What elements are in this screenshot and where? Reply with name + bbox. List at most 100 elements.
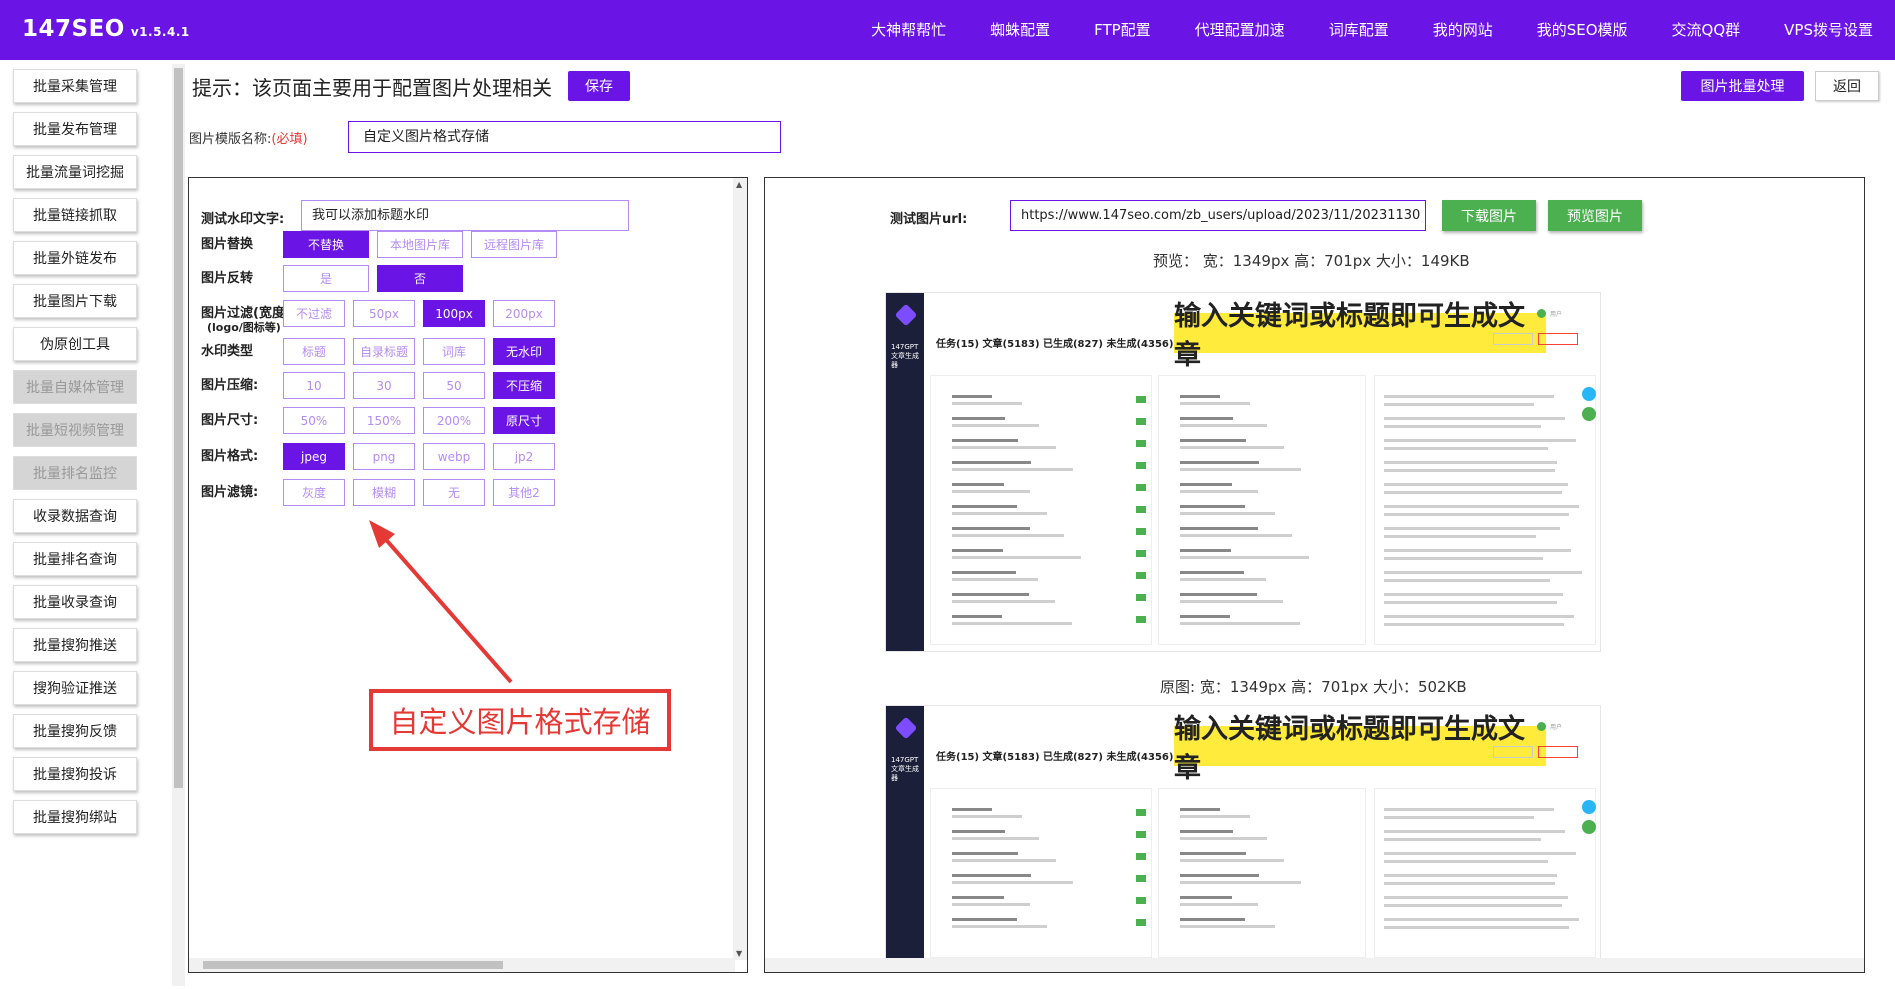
sidebar-item-11[interactable]: 批量排名查询 <box>13 542 137 576</box>
shot-text-1-0-4 <box>952 483 1004 486</box>
shot-text-2-0-1 <box>952 830 1005 833</box>
original-image: 147GPT文章生成器 任务(15) 文章(5183) 已生成(827) 未生成(… <box>885 705 1601 965</box>
sidebar-item-12[interactable]: 批量收录查询 <box>13 585 137 619</box>
sidebar-item-9[interactable]: 批量排名监控 <box>13 456 137 490</box>
nav-item-6[interactable]: 我的SEO模版 <box>1515 0 1650 60</box>
shot-col-1-1 <box>1158 375 1366 645</box>
shot-user-1: 用户 <box>1550 311 1563 318</box>
shot-tag-2-2 <box>1136 853 1146 860</box>
shot-text-1-1-0 <box>1180 395 1220 398</box>
shot-col-2-2 <box>1374 788 1596 958</box>
shot-text2-1-1-6 <box>1180 534 1292 537</box>
nav-item-0[interactable]: 大神帮帮忙 <box>849 0 968 60</box>
sidebar-scroll-thumb[interactable] <box>174 68 183 788</box>
shot-text2-1-0-4 <box>952 490 1030 493</box>
shot-para-2-4 <box>1384 896 1568 899</box>
original-size-info: 原图: 宽：1349px 高：701px 大小：502KB <box>1160 678 1467 696</box>
sidebar-item-17[interactable]: 批量搜狗绑站 <box>13 800 137 834</box>
shot-btn-b-1 <box>1538 333 1578 345</box>
shot-para-1-10 <box>1384 615 1574 618</box>
sidebar-item-6[interactable]: 伪原创工具 <box>13 327 137 361</box>
shot-text-1-1-4 <box>1180 483 1232 486</box>
sidebar-item-15[interactable]: 批量搜狗反馈 <box>13 714 137 748</box>
test-url-input[interactable]: https://www.147seo.com/zb_users/upload/2… <box>1010 200 1426 231</box>
template-name-input[interactable]: 自定义图片格式存储 <box>348 121 781 153</box>
shot-para2-2-4 <box>1384 904 1562 907</box>
sidebar-item-7[interactable]: 批量自媒体管理 <box>13 370 137 404</box>
shot-text2-2-0-1 <box>952 837 1039 840</box>
shot-text-1-1-3 <box>1180 461 1259 464</box>
sidebar-item-1[interactable]: 批量发布管理 <box>13 112 137 146</box>
sidebar-item-10[interactable]: 收录数据查询 <box>13 499 137 533</box>
preview-size-info: 预览： 宽：1349px 高：701px 大小：149KB <box>1153 252 1470 270</box>
shot-col-1-0 <box>930 375 1152 645</box>
batch-process-button[interactable]: 图片批量处理 <box>1681 71 1804 101</box>
nav-item-7[interactable]: 交流QQ群 <box>1650 0 1763 60</box>
annotation-arrow <box>369 520 513 684</box>
sidebar-item-4[interactable]: 批量外链发布 <box>13 241 137 275</box>
brand-logo: 147SEO v1.5.4.1 <box>22 16 190 42</box>
template-name-label: 图片模版名称:(必填) <box>189 128 308 147</box>
shot-tag-1-3 <box>1136 462 1146 469</box>
shot-sidebar-2 <box>886 706 924 964</box>
shot-para-1-9 <box>1384 593 1563 596</box>
preview-image-button[interactable]: 预览图片 <box>1548 200 1642 231</box>
shot-text2-1-0-2 <box>952 446 1056 449</box>
shot-para2-1-4 <box>1384 491 1562 494</box>
shot-tag-1-7 <box>1136 550 1146 557</box>
shot-text2-2-0-4 <box>952 903 1030 906</box>
shot-para2-2-0 <box>1384 816 1534 819</box>
scroll-up-icon[interactable]: ▲ <box>736 180 742 189</box>
shot-text-1-1-7 <box>1180 549 1231 552</box>
shot-text-2-0-3 <box>952 874 1031 877</box>
nav-item-2[interactable]: FTP配置 <box>1072 0 1173 60</box>
shot-tag-2-0 <box>1136 809 1146 816</box>
shot-text2-2-1-1 <box>1180 837 1267 840</box>
save-button[interactable]: 保存 <box>568 71 630 101</box>
sidebar-item-8[interactable]: 批量短视频管理 <box>13 413 137 447</box>
sidebar-item-16[interactable]: 批量搜狗投诉 <box>13 757 137 791</box>
shot-text-1-0-3 <box>952 461 1031 464</box>
shot-tag-1-5 <box>1136 506 1146 513</box>
settings-hscroll[interactable] <box>189 958 735 972</box>
sidebar-item-13[interactable]: 批量搜狗推送 <box>13 628 137 662</box>
sidebar-item-3[interactable]: 批量链接抓取 <box>13 198 137 232</box>
shot-text2-1-0-7 <box>952 556 1081 559</box>
sidebar-item-14[interactable]: 搜狗验证推送 <box>13 671 137 705</box>
nav-item-4[interactable]: 词库配置 <box>1307 0 1411 60</box>
annotation-callout: 自定义图片格式存储 <box>369 689 671 751</box>
shot-tag-1-2 <box>1136 440 1146 447</box>
nav-item-1[interactable]: 蜘蛛配置 <box>968 0 1072 60</box>
sidebar-item-0[interactable]: 批量采集管理 <box>13 69 137 103</box>
scroll-down-icon[interactable]: ▼ <box>736 949 742 958</box>
download-image-button[interactable]: 下载图片 <box>1442 200 1536 231</box>
shot-text-1-1-2 <box>1180 439 1246 442</box>
shot-fab-a-2 <box>1582 800 1596 814</box>
shot-col-2-1 <box>1158 788 1366 958</box>
back-button[interactable]: 返回 <box>1815 71 1879 101</box>
nav-item-5[interactable]: 我的网站 <box>1411 0 1515 60</box>
sidebar-scrollbar[interactable] <box>172 64 185 986</box>
shot-para2-1-5 <box>1384 513 1569 516</box>
shot-text-1-1-5 <box>1180 505 1245 508</box>
shot-fab-b-2 <box>1582 820 1596 834</box>
sidebar-item-2[interactable]: 批量流量词挖掘 <box>13 155 137 189</box>
shot-fab-a-1 <box>1582 387 1596 401</box>
settings-hscroll-thumb[interactable] <box>203 961 503 969</box>
nav-item-3[interactable]: 代理配置加速 <box>1173 0 1307 60</box>
preview-hscroll[interactable] <box>765 958 1864 972</box>
shot-text2-1-0-6 <box>952 534 1064 537</box>
shot-text2-1-0-9 <box>952 600 1055 603</box>
shot-text-2-0-0 <box>952 808 992 811</box>
settings-vscroll[interactable]: ▲ ▼ <box>733 178 747 960</box>
required-mark: (必填) <box>271 132 308 147</box>
shot-tag-1-10 <box>1136 616 1146 623</box>
shot-text2-1-0-0 <box>952 402 1022 405</box>
nav-item-8[interactable]: VPS拨号设置 <box>1762 0 1895 60</box>
sidebar-item-5[interactable]: 批量图片下载 <box>13 284 137 318</box>
shot-user-icon-1 <box>1537 309 1546 318</box>
sidebar: 批量采集管理 批量发布管理 批量流量词挖掘 批量链接抓取 批量外链发布 批量图片下载 伪原创… <box>0 60 170 989</box>
shot-text2-1-1-7 <box>1180 556 1309 559</box>
shot-btn-a-2 <box>1493 746 1533 758</box>
shot-text-1-0-1 <box>952 417 1005 420</box>
